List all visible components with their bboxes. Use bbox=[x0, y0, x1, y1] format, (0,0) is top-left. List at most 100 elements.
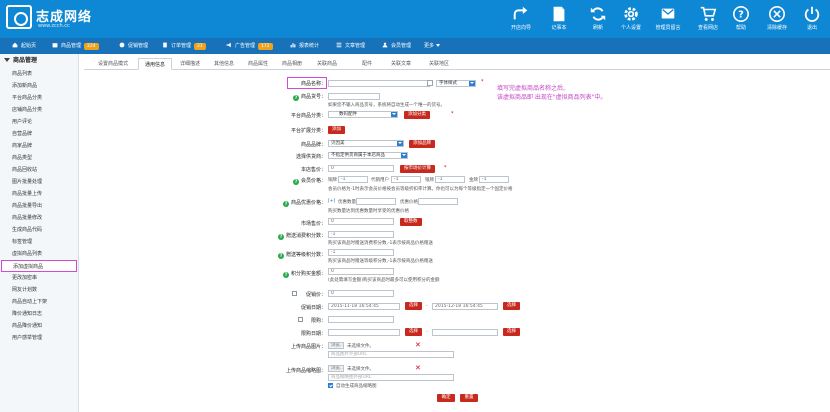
header-button-notepad[interactable]: 记事本 bbox=[541, 2, 577, 36]
ok-button[interactable]: 确定 bbox=[437, 394, 455, 402]
goods-sn-input[interactable] bbox=[328, 93, 380, 100]
browse-image-button[interactable]: 浏览... bbox=[328, 342, 344, 349]
sidebar-item-batch-images[interactable]: 图片批量处理 bbox=[0, 176, 78, 188]
member-price-input[interactable]: -1 bbox=[338, 176, 368, 183]
supplier-select[interactable]: 不指定供货商属于本店商品 bbox=[328, 152, 408, 159]
sidebar-item-batch-upload[interactable]: 商品批量上传 bbox=[0, 188, 78, 200]
nav-item-reports[interactable]: 报表统计 bbox=[290, 38, 319, 54]
sidebar-item-merchant-brands[interactable]: 商家品牌 bbox=[0, 140, 78, 152]
limit-start-input[interactable] bbox=[328, 329, 400, 336]
shop-price-input[interactable]: 0 bbox=[328, 165, 394, 172]
header-button-help[interactable]: ? 帮助 bbox=[723, 2, 759, 36]
sidebar-item-batch-export[interactable]: 商品批量导出 bbox=[0, 200, 78, 212]
sidebar-section-goods[interactable]: 商品管理 bbox=[0, 54, 78, 68]
limit-input[interactable] bbox=[328, 316, 394, 323]
promote-end-choose-button[interactable]: 选择 bbox=[503, 302, 520, 310]
limit-start-choose-button[interactable]: 选择 bbox=[405, 328, 422, 336]
header-button-logout[interactable]: 退出 bbox=[794, 2, 830, 36]
header-button-wizard[interactable]: 开店向导 bbox=[503, 2, 539, 36]
sidebar-item-reports[interactable]: 用户感举管理 bbox=[0, 332, 78, 344]
sidebar-item-add-virtual[interactable]: 添加虚拟商品 bbox=[1, 260, 77, 272]
sidebar-item-own-brands[interactable]: 自营品牌 bbox=[0, 128, 78, 140]
category-select[interactable]: 数码配件 bbox=[328, 111, 398, 118]
sidebar-item-goods-types[interactable]: 商品类型 bbox=[0, 152, 78, 164]
sidebar-item-price-notice[interactable]: 商品降价通知 bbox=[0, 320, 78, 332]
sidebar-item-auto-shelf[interactable]: 商品自动上下架 bbox=[0, 296, 78, 308]
round-price-button[interactable]: 取整数 bbox=[400, 218, 422, 226]
help-icon[interactable]: ? bbox=[282, 201, 289, 207]
member-price-input[interactable]: -1 bbox=[479, 176, 509, 183]
reset-button[interactable]: 重置 bbox=[460, 394, 478, 402]
header-button-settings[interactable]: 个人设置 bbox=[613, 2, 649, 36]
volume-add-link[interactable]: [+] bbox=[328, 199, 335, 204]
calc-market-price-button[interactable]: 按市场价计算 bbox=[400, 165, 435, 173]
nav-item-home[interactable]: 起始页 bbox=[12, 38, 36, 54]
nav-item-more[interactable]: 更多 bbox=[424, 38, 441, 54]
auto-thumb-checkbox[interactable] bbox=[328, 383, 333, 388]
limit-end-choose-button[interactable]: 选择 bbox=[503, 328, 520, 336]
give-points-input[interactable]: -1 bbox=[328, 231, 394, 238]
integral-input[interactable]: 0 bbox=[328, 268, 394, 275]
tab-attributes[interactable]: 商品属性 bbox=[242, 58, 274, 70]
goods-name-input[interactable] bbox=[328, 80, 430, 87]
tab-linked-goods[interactable]: 关联商品 bbox=[310, 58, 344, 70]
brand-select[interactable]: 贝因美 bbox=[328, 140, 404, 147]
member-price-input[interactable]: -1 bbox=[391, 176, 421, 183]
add-brand-button[interactable]: 添加品牌 bbox=[409, 140, 435, 148]
nav-item-goods[interactable]: 商品管理 224 bbox=[52, 38, 99, 54]
tab-goods-mode[interactable]: 设置商品模式 bbox=[90, 58, 136, 70]
rank-points-input[interactable]: -1 bbox=[328, 249, 394, 256]
sidebar-item-virtual-list[interactable]: 虚拟商品列表 bbox=[0, 248, 78, 260]
browse-thumb-button[interactable]: 浏览... bbox=[328, 365, 344, 372]
sidebar-item-batch-edit[interactable]: 商品批量修改 bbox=[0, 212, 78, 224]
sidebar-item-change-key[interactable]: 更改加密串 bbox=[0, 272, 78, 284]
sidebar-item-platform-category[interactable]: 平台商品分类 bbox=[0, 92, 78, 104]
tab-description[interactable]: 详细描述 bbox=[174, 58, 206, 70]
font-style-select[interactable]: 字体样式 bbox=[436, 80, 476, 87]
sidebar-item-price-log[interactable]: 降价通知日志 bbox=[0, 308, 78, 320]
volume-price-input[interactable] bbox=[418, 198, 458, 205]
tab-linked-regions[interactable]: 关联地区 bbox=[422, 58, 456, 70]
img-url-input[interactable]: 商品图片外部URL bbox=[328, 351, 454, 358]
nav-item-members[interactable]: 会员管理 bbox=[382, 38, 411, 54]
market-price-input[interactable]: 0 bbox=[328, 218, 394, 225]
thumb-url-input[interactable]: 商品缩略图外部URL bbox=[328, 374, 454, 381]
close-icon[interactable]: ✕ bbox=[415, 365, 421, 372]
help-icon[interactable]: ? bbox=[277, 234, 284, 240]
header-button-refresh[interactable]: 刷新 bbox=[580, 2, 616, 36]
promote-start-input[interactable]: 2015-11-18 16:54:45 bbox=[328, 303, 400, 310]
sidebar-item-generate-code[interactable]: 生成商品代码 bbox=[0, 224, 78, 236]
nav-item-promotion[interactable]: 促销管理 bbox=[119, 38, 148, 54]
sidebar-item-add-goods[interactable]: 添加新商品 bbox=[0, 80, 78, 92]
help-icon[interactable]: ? bbox=[277, 253, 284, 259]
volume-qty-input[interactable] bbox=[356, 198, 396, 205]
tab-accessories[interactable]: 配件 bbox=[354, 58, 380, 70]
header-button-view-shop[interactable]: 查看网店 bbox=[690, 2, 726, 36]
tab-general[interactable]: 通用信息 bbox=[138, 58, 172, 70]
nav-item-ads[interactable]: 广告管理 172 bbox=[226, 38, 273, 54]
sidebar-item-plan-count[interactable]: 网友计划数 bbox=[0, 284, 78, 296]
add-ext-category-button[interactable]: 添加 bbox=[328, 126, 345, 134]
sidebar-item-goods-list[interactable]: 商品列表 bbox=[0, 68, 78, 80]
limit-end-input[interactable] bbox=[432, 329, 498, 336]
add-category-button[interactable]: 添加分类 bbox=[404, 111, 430, 119]
nav-item-articles[interactable]: 文章管理 bbox=[336, 38, 365, 54]
sidebar-item-tags[interactable]: 标签管理 bbox=[0, 236, 78, 248]
tab-linked-articles[interactable]: 关联文章 bbox=[384, 58, 418, 70]
nav-item-orders[interactable]: 订单管理 21 bbox=[162, 38, 206, 54]
sidebar-item-comments[interactable]: 用户评论 bbox=[0, 116, 78, 128]
tab-gallery[interactable]: 商品相册 bbox=[276, 58, 308, 70]
tab-other[interactable]: 其他信息 bbox=[208, 58, 240, 70]
sidebar-item-shop-category[interactable]: 店铺商品分类 bbox=[0, 104, 78, 116]
promote-start-choose-button[interactable]: 选择 bbox=[405, 302, 422, 310]
header-button-message[interactable]: 管理员留言 bbox=[650, 2, 686, 36]
color-picker-icon[interactable] bbox=[427, 80, 433, 86]
help-icon[interactable]: ? bbox=[292, 95, 299, 101]
sidebar-item-recycle-bin[interactable]: 商品回收站 bbox=[0, 164, 78, 176]
help-icon[interactable]: ? bbox=[292, 179, 299, 185]
promote-price-input[interactable]: 0 bbox=[328, 290, 394, 297]
promote-end-input[interactable]: 2015-12-18 16:54:45 bbox=[432, 303, 498, 310]
close-icon[interactable]: ✕ bbox=[415, 342, 421, 349]
header-button-clear-cache[interactable]: 清除缓存 bbox=[759, 2, 795, 36]
help-icon[interactable]: ? bbox=[282, 272, 289, 278]
